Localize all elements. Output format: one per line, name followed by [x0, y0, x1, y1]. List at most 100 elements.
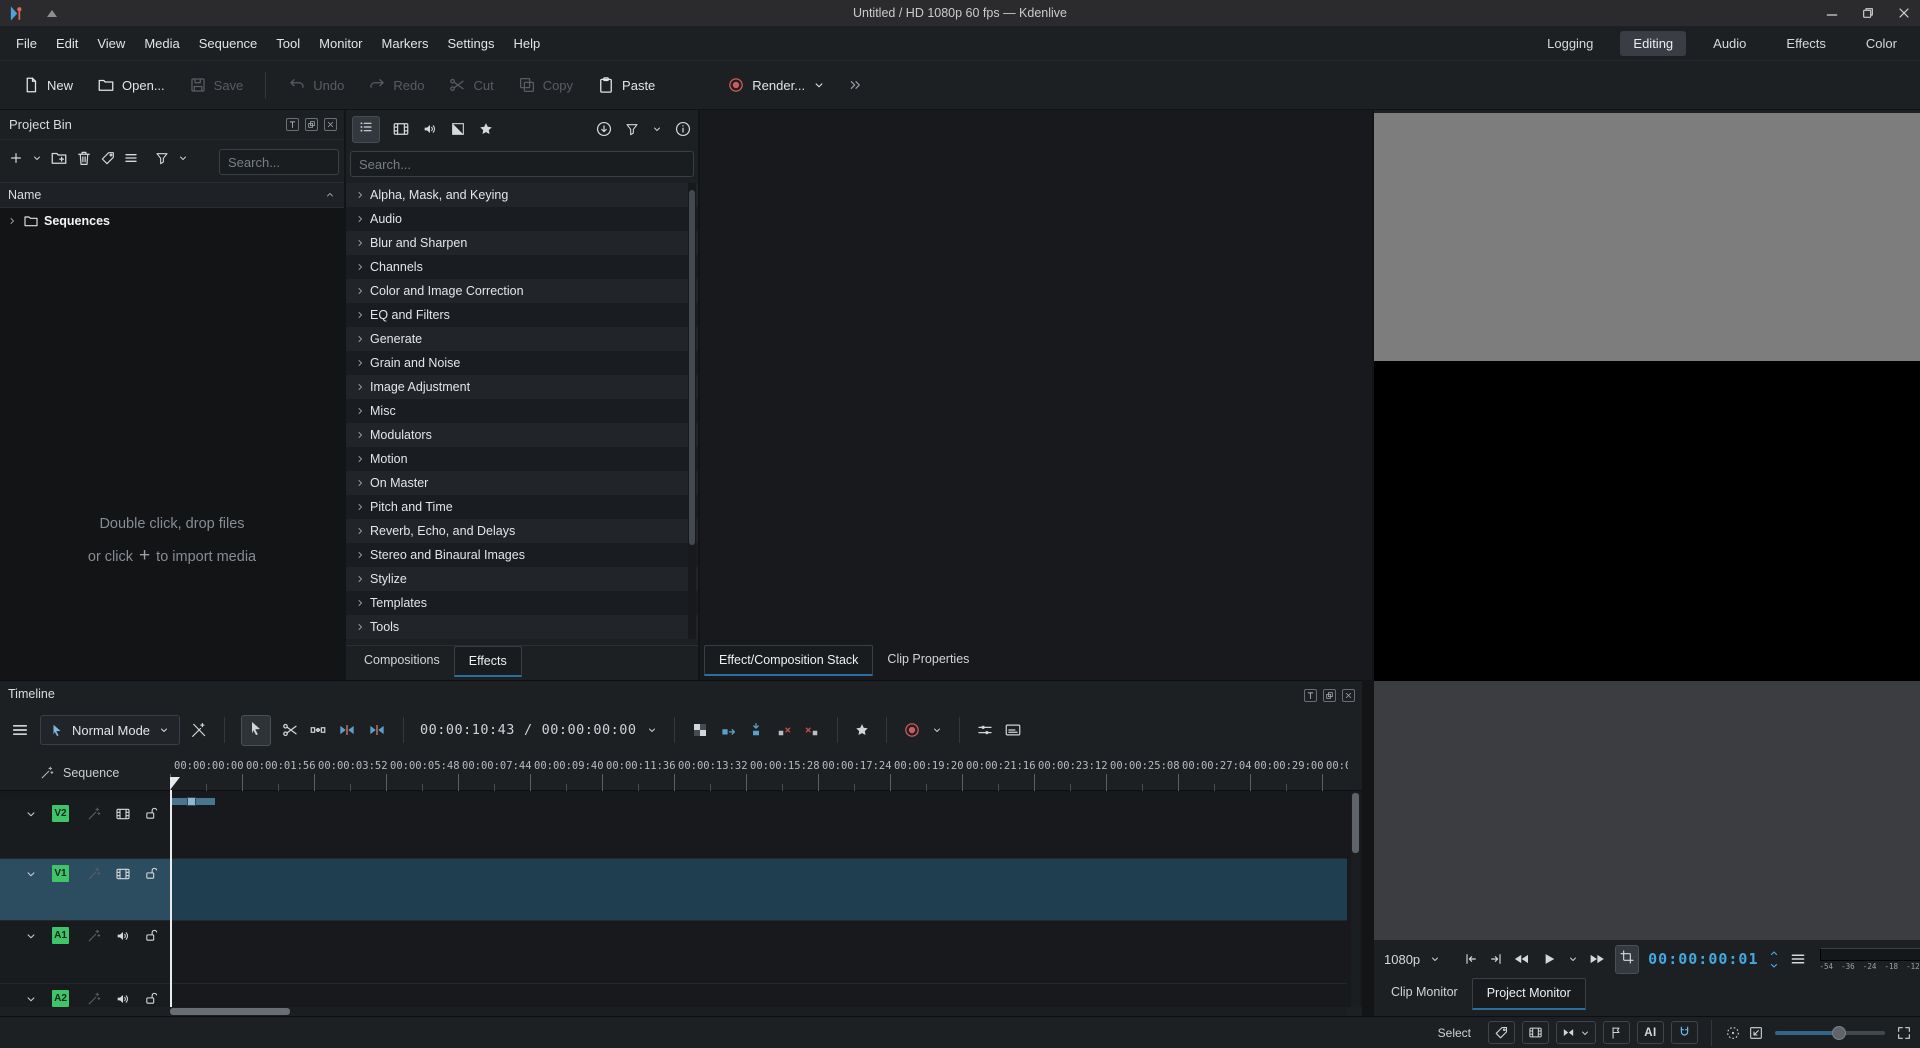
track-content-v2[interactable] [170, 799, 1347, 859]
overwrite-clip-icon[interactable] [747, 721, 765, 739]
effect-category[interactable]: Alpha, Mask, and Keying [346, 183, 698, 207]
sequence-edit-icon[interactable] [40, 765, 55, 780]
collapse-chevron-icon[interactable] [24, 992, 38, 1006]
track-effects-wand-icon[interactable] [87, 928, 102, 943]
fit-zoom-icon[interactable] [1725, 1025, 1741, 1041]
track-effects-wand-icon[interactable] [87, 866, 102, 881]
effect-category[interactable]: Image Adjustment [346, 375, 698, 399]
play-icon[interactable] [1540, 950, 1558, 968]
menu-markers[interactable]: Markers [373, 31, 438, 56]
tab-compositions[interactable]: Compositions [350, 646, 454, 674]
float-dock-icon[interactable] [305, 118, 318, 131]
download-effects-icon[interactable] [595, 120, 613, 138]
close-dock-icon[interactable] [1342, 689, 1355, 702]
delete-icon[interactable] [75, 149, 93, 167]
video-track-icon[interactable] [115, 866, 131, 882]
zone-end-icon[interactable] [1488, 951, 1504, 967]
workspace-tab-color[interactable]: Color [1853, 31, 1910, 56]
monitor-timecode[interactable]: 00:00:00:01 [1648, 950, 1758, 968]
tab-project-monitor[interactable]: Project Monitor [1472, 978, 1586, 1010]
timeline-vertical-scrollbar[interactable] [1351, 791, 1360, 1007]
track-badge[interactable]: V1 [52, 865, 69, 882]
timeline-preview-icon[interactable] [190, 721, 208, 739]
effect-category[interactable]: Generate [346, 327, 698, 351]
favorite-effects-icon[interactable] [854, 722, 870, 738]
workspace-tab-audio[interactable]: Audio [1700, 31, 1759, 56]
effect-category[interactable]: Channels [346, 255, 698, 279]
create-folder-icon[interactable] [50, 149, 68, 167]
extract-zone-icon[interactable] [775, 721, 793, 739]
menu-edit[interactable]: Edit [47, 31, 87, 56]
lock-open-icon[interactable] [144, 928, 159, 943]
monitor-menu-icon[interactable] [1789, 950, 1807, 968]
menu-view[interactable]: View [88, 31, 134, 56]
effects-search-input[interactable] [350, 151, 694, 177]
edit-mode-select[interactable]: Normal Mode [40, 715, 180, 745]
effect-category[interactable]: Tools [346, 615, 698, 639]
project-bin-search-input[interactable] [219, 149, 339, 175]
favorites-star-icon[interactable] [478, 121, 494, 137]
select-tool-button[interactable] [241, 715, 271, 746]
effects-filter-chevron-icon[interactable] [651, 123, 663, 135]
tree-item-sequences[interactable]: Sequences [0, 208, 344, 234]
expand-chevron-icon[interactable] [6, 215, 18, 227]
tag-info-button[interactable] [1488, 1021, 1515, 1044]
new-button[interactable]: New [14, 70, 81, 100]
lock-open-icon[interactable] [144, 806, 159, 821]
record-icon[interactable] [903, 721, 921, 739]
float-dock-icon[interactable] [1323, 689, 1336, 702]
collapse-chevron-icon[interactable] [24, 929, 38, 943]
snap-button[interactable] [1671, 1021, 1698, 1044]
transitions-icon[interactable] [450, 121, 466, 137]
effect-category[interactable]: Misc [346, 399, 698, 423]
insert-zone-icon[interactable] [337, 720, 357, 740]
lock-open-icon[interactable] [144, 866, 159, 881]
undo-button[interactable]: Undo [280, 70, 352, 100]
track-content-a1[interactable] [170, 921, 1347, 984]
open-button[interactable]: Open... [89, 70, 173, 100]
menu-sequence[interactable]: Sequence [190, 31, 267, 56]
track-effects-wand-icon[interactable] [87, 991, 102, 1006]
spacer-tool-icon[interactable] [309, 721, 327, 739]
track-effects-wand-icon[interactable] [87, 806, 102, 821]
tab-clip-properties[interactable]: Clip Properties [873, 645, 983, 673]
add-clip-icon[interactable] [8, 150, 24, 166]
zone-handle[interactable] [187, 797, 196, 806]
zoom-fullscreen-icon[interactable] [1896, 1025, 1912, 1041]
close-button[interactable] [1896, 5, 1912, 21]
tab-effects[interactable]: Effects [454, 646, 522, 677]
effect-category[interactable]: Color and Image Correction [346, 279, 698, 303]
effect-category[interactable]: Reverb, Echo, and Delays [346, 519, 698, 543]
render-button[interactable]: Render... [719, 70, 834, 100]
track-badge[interactable]: A2 [52, 990, 69, 1007]
lift-zone-icon[interactable] [803, 721, 821, 739]
effects-filter-icon[interactable] [624, 121, 640, 137]
timeline-position[interactable]: 00:00:10:43 [420, 722, 515, 738]
workspace-tab-logging[interactable]: Logging [1534, 31, 1606, 56]
insert-clip-icon[interactable] [719, 721, 737, 739]
collapse-chevron-icon[interactable] [24, 807, 38, 821]
tab-clip-monitor[interactable]: Clip Monitor [1377, 978, 1472, 1010]
rewind-icon[interactable] [1513, 950, 1531, 968]
workspace-tab-editing[interactable]: Editing [1620, 31, 1686, 56]
video-track-icon[interactable] [115, 806, 131, 822]
track-header-v1[interactable]: V1 [0, 859, 170, 921]
lock-open-icon[interactable] [144, 991, 159, 1006]
paste-button[interactable]: Paste [589, 70, 663, 100]
adjust-sliders-icon[interactable] [976, 721, 994, 739]
redo-button[interactable]: Redo [360, 70, 432, 100]
subtitles-button[interactable]: AI [1637, 1021, 1664, 1044]
timeline-menu-icon[interactable] [10, 720, 30, 740]
effect-category[interactable]: Stylize [346, 567, 698, 591]
menu-help[interactable]: Help [504, 31, 549, 56]
effect-category[interactable]: Pitch and Time [346, 495, 698, 519]
view-menu-icon[interactable] [123, 150, 139, 166]
video-effects-icon[interactable] [392, 120, 410, 138]
resolution-chevron-icon[interactable] [1429, 953, 1441, 965]
zone-mode-button[interactable] [1615, 945, 1639, 974]
record-chevron-icon[interactable] [931, 724, 943, 736]
zoom-slider-knob[interactable] [1832, 1026, 1846, 1040]
workspace-tab-effects[interactable]: Effects [1773, 31, 1839, 56]
name-column-header[interactable]: Name [0, 182, 344, 208]
track-header-a1[interactable]: A1 [0, 921, 170, 984]
